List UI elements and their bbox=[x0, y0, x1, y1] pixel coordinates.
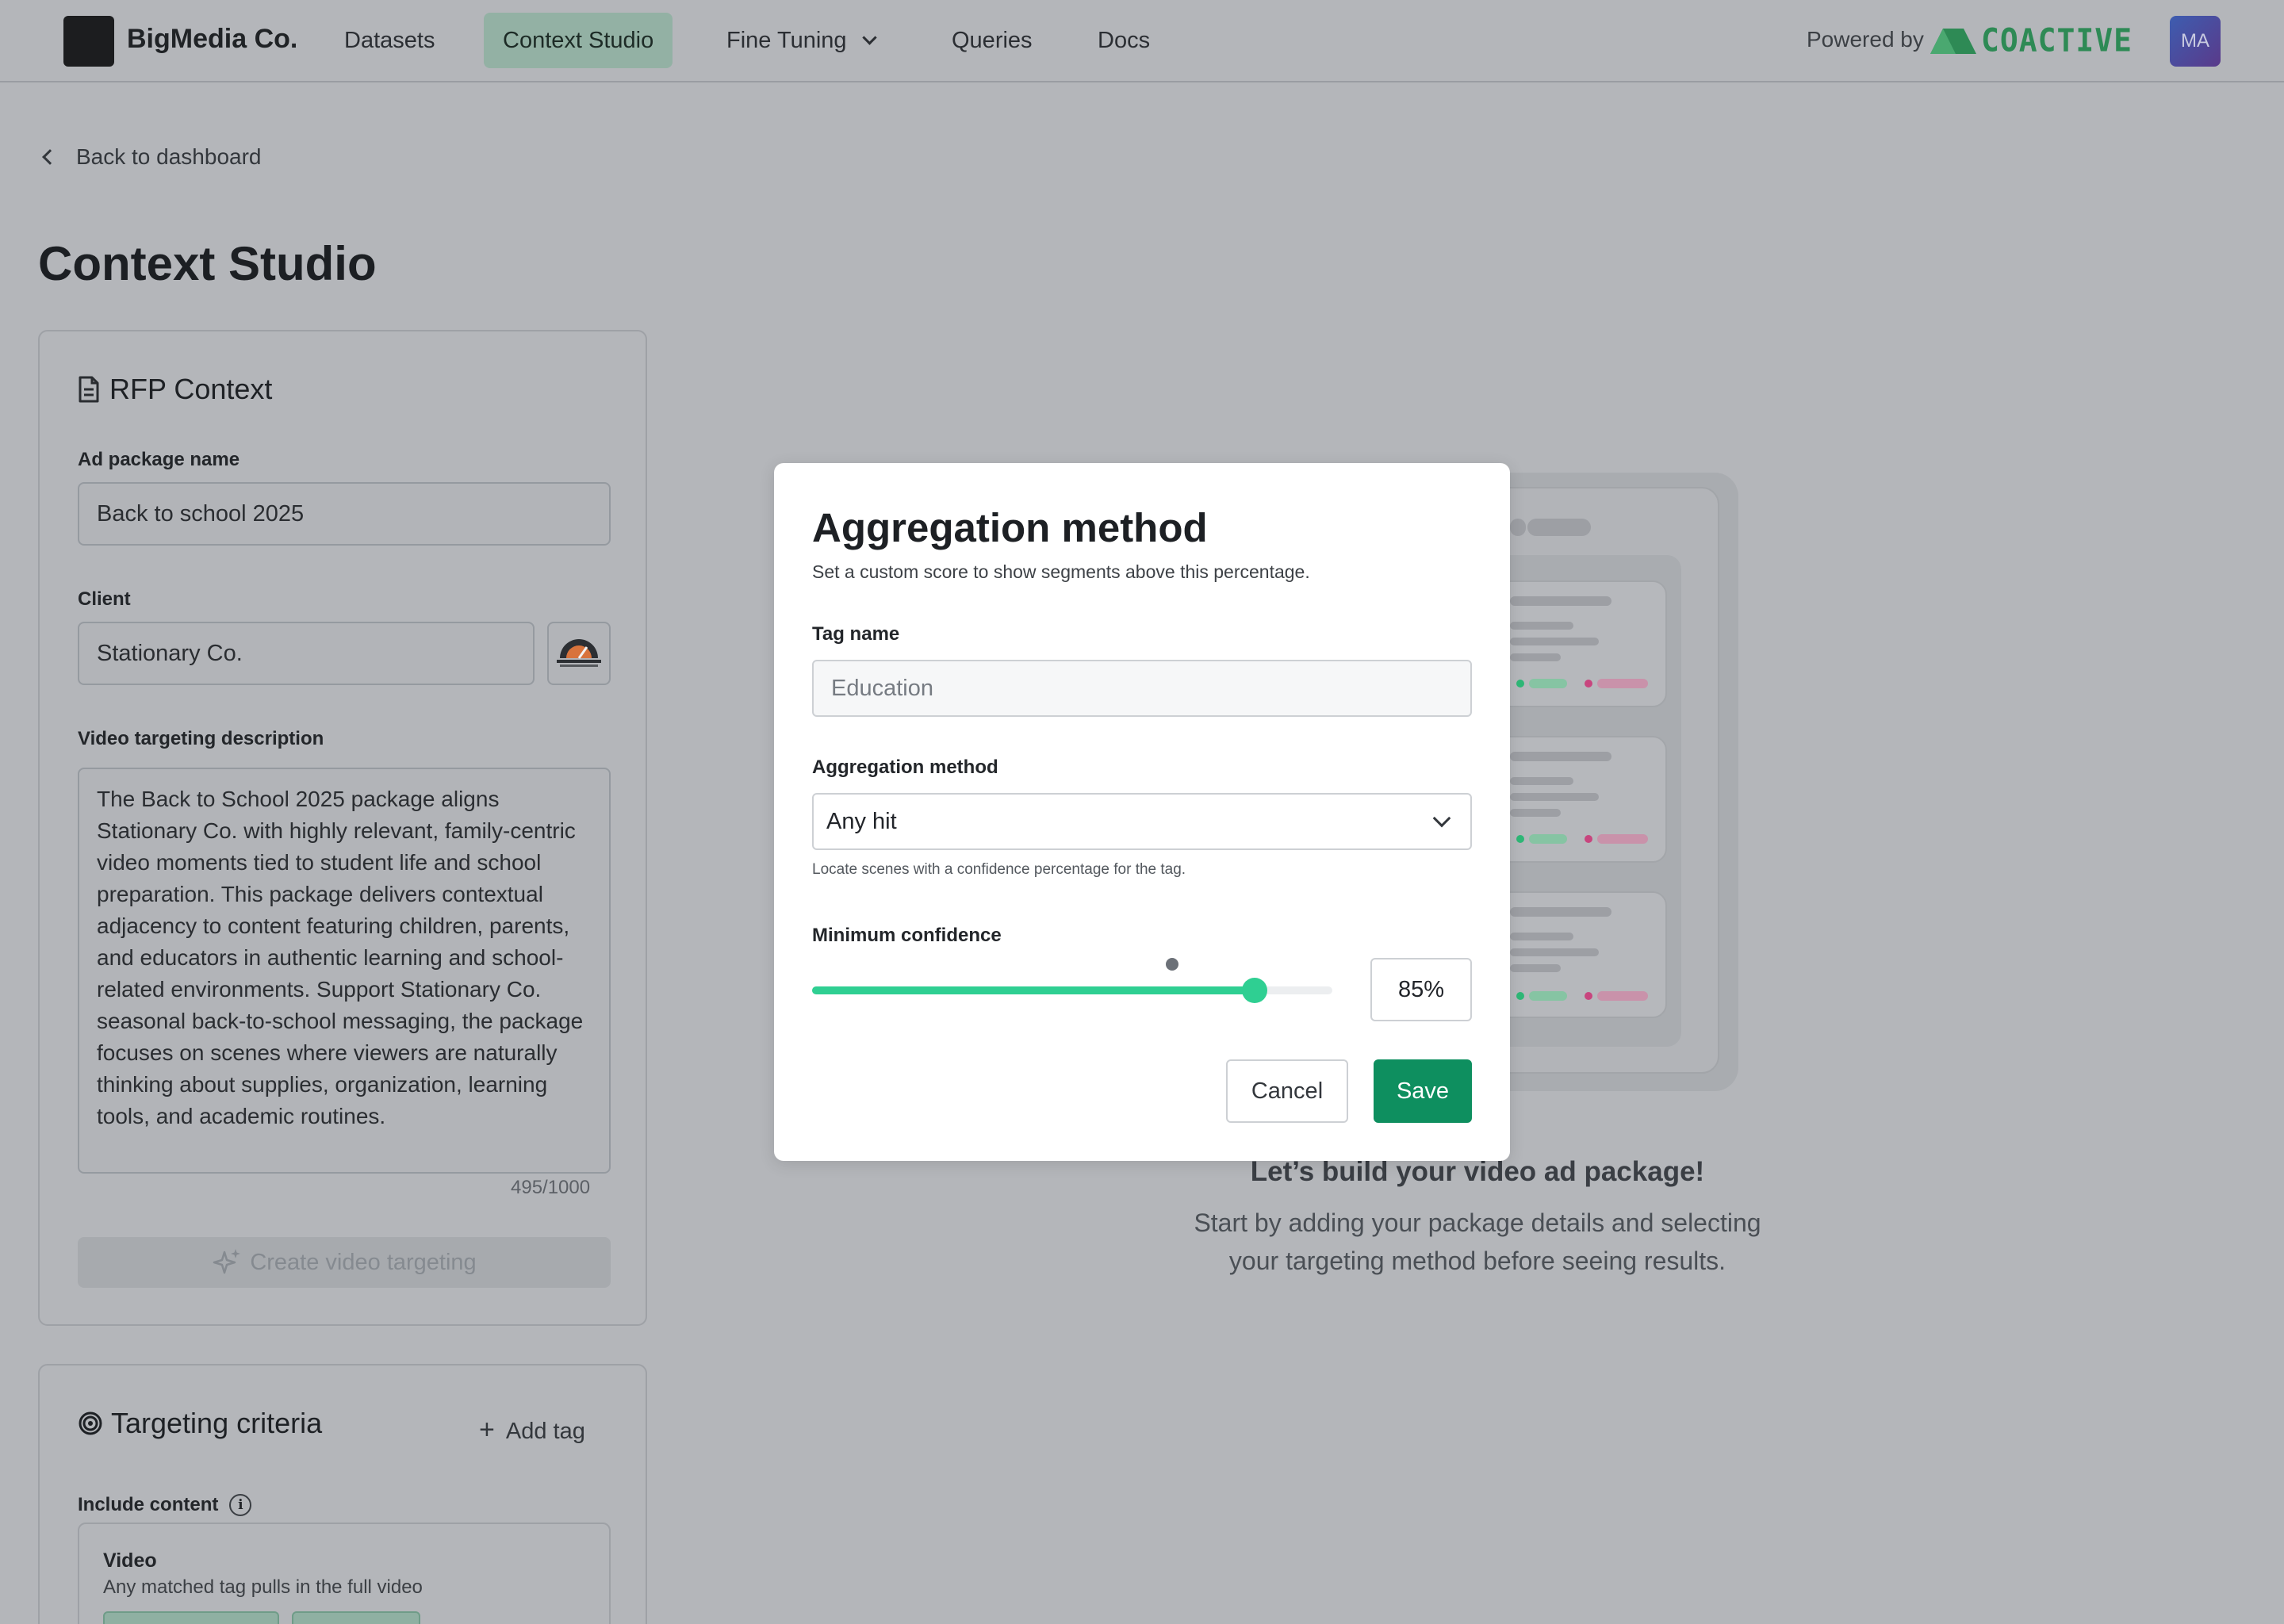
tag-name-label: Tag name bbox=[812, 623, 900, 645]
dialog-title: Aggregation method bbox=[812, 505, 1208, 550]
video-include-box: Video Any matched tag pulls in the full … bbox=[78, 1522, 611, 1624]
illustration-line bbox=[1510, 809, 1561, 817]
illustration-pill bbox=[1529, 834, 1567, 844]
targeting-card-title-label: Targeting criteria bbox=[111, 1407, 323, 1439]
target-icon bbox=[79, 1411, 102, 1435]
illustration-line bbox=[1510, 964, 1561, 972]
description-textarea[interactable]: The Back to School 2025 package aligns S… bbox=[78, 768, 611, 1174]
top-nav: BigMedia Co. Datasets Context Studio Fin… bbox=[0, 0, 2284, 82]
empty-state-subtitle: Start by adding your package details and… bbox=[1194, 1208, 1761, 1275]
plus-icon: + bbox=[479, 1415, 495, 1445]
back-link-label: Back to dashboard bbox=[76, 144, 262, 169]
illustration-line bbox=[1510, 752, 1611, 761]
nav-fine-tuning[interactable]: Fine Tuning bbox=[707, 13, 894, 68]
rfp-context-card: RFP Context Ad package name Back to scho… bbox=[38, 330, 647, 1326]
tag-chip[interactable] bbox=[292, 1611, 420, 1624]
save-button[interactable]: Save bbox=[1374, 1059, 1472, 1123]
confidence-value-input[interactable]: 85% bbox=[1370, 958, 1472, 1021]
illustration-dot bbox=[1516, 835, 1524, 843]
illustration-line bbox=[1510, 948, 1599, 956]
nav-queries[interactable]: Queries bbox=[933, 13, 1052, 68]
illustration-line bbox=[1510, 793, 1599, 801]
nav-context-studio[interactable]: Context Studio bbox=[484, 13, 673, 68]
nav-datasets[interactable]: Datasets bbox=[325, 13, 454, 68]
sparkle-icon bbox=[213, 1249, 241, 1274]
add-tag-button[interactable]: + Add tag bbox=[479, 1415, 585, 1446]
client-input[interactable]: Stationary Co. bbox=[78, 622, 535, 685]
nav-docs[interactable]: Docs bbox=[1079, 13, 1169, 68]
chevron-down-icon bbox=[1432, 809, 1451, 828]
package-name-label: Ad package name bbox=[78, 449, 240, 470]
confidence-slider-fill bbox=[812, 986, 1255, 994]
client-logo-icon bbox=[557, 639, 601, 667]
description-label: Video targeting description bbox=[78, 728, 324, 749]
chevron-left-icon bbox=[42, 149, 58, 165]
aggregation-method-select[interactable]: Any hit bbox=[812, 793, 1472, 850]
client-logo-button[interactable] bbox=[547, 622, 611, 685]
illustration-line bbox=[1510, 638, 1599, 645]
page-title: Context Studio bbox=[38, 237, 377, 290]
illustration-line bbox=[1510, 933, 1573, 940]
tag-chip[interactable] bbox=[103, 1611, 279, 1624]
illustration-bar bbox=[1527, 519, 1591, 536]
illustration-pill bbox=[1597, 679, 1648, 688]
create-video-targeting-button[interactable]: Create video targeting bbox=[78, 1237, 611, 1288]
illustration-line bbox=[1510, 653, 1561, 661]
character-counter: 495/1000 bbox=[511, 1177, 591, 1198]
tag-name-input[interactable]: Education bbox=[812, 660, 1472, 717]
confidence-slider-thumb[interactable] bbox=[1242, 978, 1267, 1003]
add-tag-label: Add tag bbox=[505, 1419, 585, 1444]
illustration-dot bbox=[1510, 519, 1526, 536]
illustration-line bbox=[1510, 596, 1611, 606]
rfp-card-title-label: RFP Context bbox=[109, 373, 273, 405]
dialog-subtitle: Set a custom score to show segments abov… bbox=[812, 561, 1310, 582]
nav-fine-tuning-label: Fine Tuning bbox=[726, 28, 847, 53]
illustration-pill bbox=[1597, 991, 1648, 1001]
partner-logo: COACTIVE bbox=[1929, 21, 2133, 59]
illustration-dot bbox=[1585, 992, 1592, 1000]
client-label: Client bbox=[78, 588, 131, 610]
targeting-card-title: Targeting criteria bbox=[78, 1407, 322, 1440]
slider-default-marker bbox=[1166, 958, 1178, 971]
illustration-pill bbox=[1529, 991, 1567, 1001]
avatar[interactable]: MA bbox=[2170, 16, 2221, 67]
illustration-dot bbox=[1585, 835, 1592, 843]
chevron-down-icon bbox=[861, 30, 877, 45]
document-icon bbox=[79, 376, 99, 403]
package-name-input[interactable]: Back to school 2025 bbox=[78, 482, 611, 546]
video-title: Video bbox=[103, 1549, 157, 1572]
minimum-confidence-label: Minimum confidence bbox=[812, 925, 1002, 946]
illustration-pill bbox=[1529, 679, 1567, 688]
back-to-dashboard-link[interactable]: Back to dashboard bbox=[42, 144, 262, 170]
illustration-pill bbox=[1597, 834, 1648, 844]
powered-by-label: Powered by bbox=[1807, 27, 1924, 52]
aggregation-method-dialog: Aggregation method Set a custom score to… bbox=[774, 463, 1510, 1161]
illustration-dot bbox=[1516, 992, 1524, 1000]
empty-state-title: Let’s build your video ad package! bbox=[1250, 1156, 1705, 1187]
aggregation-method-help: Locate scenes with a confidence percenta… bbox=[812, 861, 1186, 878]
brand-logo[interactable] bbox=[63, 16, 114, 67]
illustration-line bbox=[1510, 622, 1573, 630]
video-subtitle: Any matched tag pulls in the full video bbox=[103, 1576, 423, 1598]
targeting-criteria-card: Targeting criteria + Add tag Include cont… bbox=[38, 1364, 647, 1624]
aggregation-method-value: Any hit bbox=[826, 809, 897, 834]
illustration-line bbox=[1510, 907, 1611, 917]
illustration-dot bbox=[1585, 680, 1592, 688]
cancel-button[interactable]: Cancel bbox=[1226, 1059, 1348, 1123]
illustration-line bbox=[1510, 777, 1573, 785]
partner-name: COACTIVE bbox=[1981, 21, 2133, 59]
brand-name[interactable]: BigMedia Co. bbox=[127, 24, 297, 55]
rfp-card-title: RFP Context bbox=[78, 373, 272, 406]
coactive-mark-icon bbox=[1930, 29, 1976, 54]
create-video-targeting-label: Create video targeting bbox=[250, 1249, 477, 1275]
aggregation-method-label: Aggregation method bbox=[812, 756, 998, 778]
info-icon[interactable]: i bbox=[229, 1494, 252, 1516]
illustration-dot bbox=[1516, 680, 1524, 688]
include-content-text: Include content bbox=[78, 1494, 219, 1515]
confidence-slider[interactable] bbox=[812, 978, 1332, 1003]
include-content-label: Include content i bbox=[78, 1494, 252, 1516]
